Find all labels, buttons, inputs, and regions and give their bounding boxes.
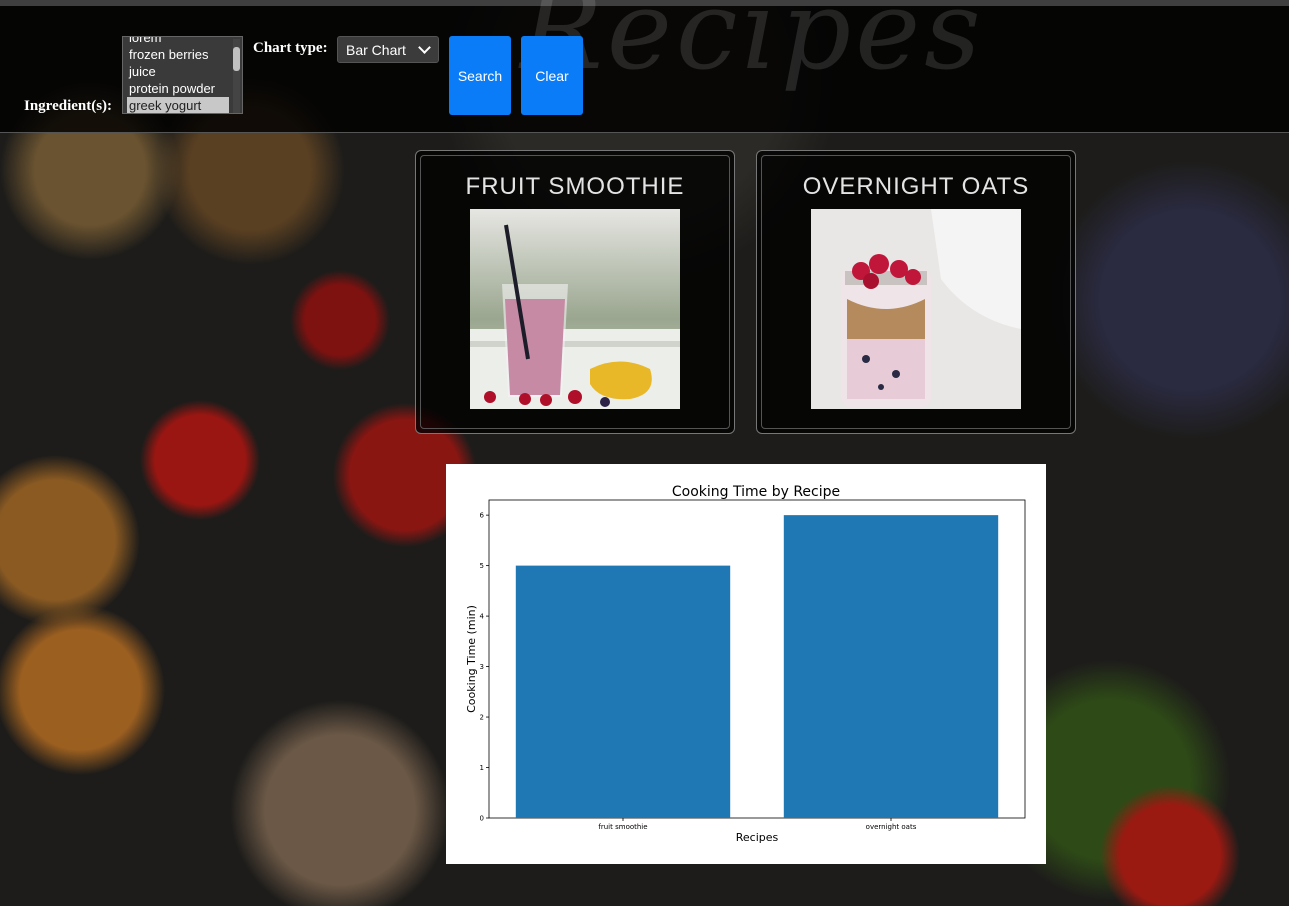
chart-x-tick-label: overnight oats <box>866 823 917 831</box>
ingredient-listbox[interactable]: lorem frozen berries juice protein powde… <box>122 36 243 114</box>
overnight-oats-image[interactable] <box>811 209 1021 409</box>
chart-x-axis-label: Recipes <box>736 831 779 844</box>
search-button[interactable]: Search <box>449 36 511 115</box>
search-header: Recipes Ingredient(s): lorem frozen berr… <box>0 0 1289 133</box>
recipe-title: FRUIT SMOOTHIE <box>465 173 685 200</box>
cooking-time-chart[interactable]: Cooking Time by Recipe Cooking Time (min… <box>446 464 1046 864</box>
recipe-title: OVERNIGHT OATS <box>802 173 1030 200</box>
ingredient-option[interactable]: lorem <box>127 37 229 46</box>
ingredient-option[interactable]: frozen berries <box>127 46 229 63</box>
fruit-smoothie-image[interactable] <box>470 209 680 409</box>
ingredient-scrollbar[interactable] <box>233 39 240 113</box>
recipe-card-overnight-oats[interactable]: OVERNIGHT OATS <box>756 150 1076 434</box>
chart-title: Cooking Time by Recipe <box>672 484 840 500</box>
chart-y-tick-label: 2 <box>480 714 484 722</box>
ingredient-option[interactable]: juice <box>127 63 229 80</box>
ingredient-option[interactable]: protein powder <box>127 80 229 97</box>
recipe-card-fruit-smoothie[interactable]: FRUIT SMOOTHIE <box>415 150 735 434</box>
ingredient-option-selected[interactable]: greek yogurt <box>127 97 229 113</box>
chart-type-value: Bar Chart <box>346 42 406 58</box>
chart-bar <box>783 515 999 818</box>
chart-svg: Cooking Time by Recipe Cooking Time (min… <box>465 484 1026 844</box>
chart-y-tick-label: 4 <box>480 613 485 621</box>
chart-x-tick-label: fruit smoothie <box>598 823 647 831</box>
chart-y-tick-label: 0 <box>480 815 484 823</box>
chart-y-tick-label: 1 <box>480 764 484 772</box>
header-watermark: Recipes <box>520 0 985 94</box>
chart-y-tick-label: 3 <box>480 663 484 671</box>
chart-bar <box>515 565 731 818</box>
chevron-down-icon <box>418 41 431 54</box>
scrollbar-thumb[interactable] <box>233 47 240 71</box>
ingredient-label: Ingredient(s): <box>24 98 113 114</box>
chart-type-select[interactable]: Bar Chart <box>337 36 439 63</box>
clear-button[interactable]: Clear <box>521 36 583 115</box>
chart-y-tick-label: 5 <box>480 562 484 570</box>
chart-type-label: Chart type: <box>253 40 328 56</box>
chart-y-axis-label: Cooking Time (min) <box>465 605 478 713</box>
chart-y-tick-label: 6 <box>480 512 485 520</box>
